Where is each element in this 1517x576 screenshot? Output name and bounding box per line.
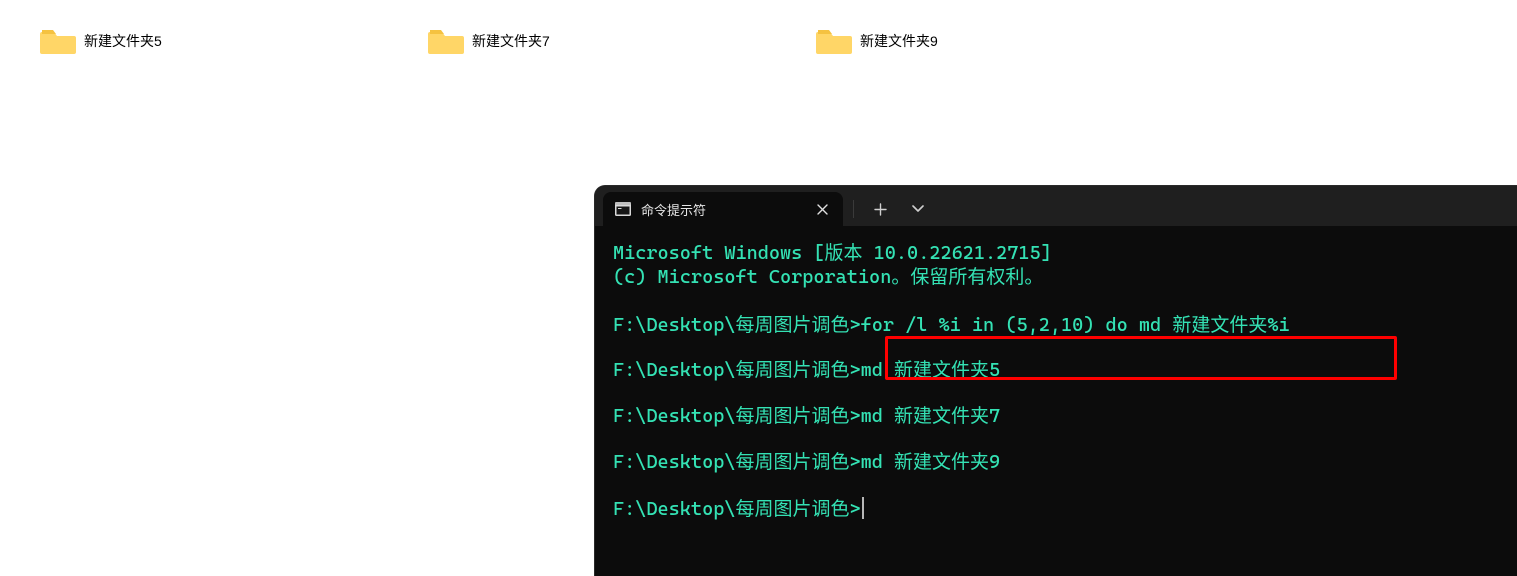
chevron-down-icon: [912, 205, 924, 213]
terminal-cursor: [862, 497, 864, 519]
cmd-icon: [615, 202, 631, 216]
folder-item[interactable]: 新建文件夹9: [816, 26, 938, 56]
folder-item[interactable]: 新建文件夹5: [40, 26, 162, 56]
plus-icon: [874, 203, 887, 216]
terminal-blank-line: [613, 290, 1499, 314]
terminal-line: F:\Desktop\每周图片调色>md 新建文件夹7: [613, 405, 1499, 429]
tab-close-button[interactable]: [813, 200, 831, 218]
terminal-prompt: F:\Desktop\每周图片调色>: [613, 498, 861, 520]
tab-divider: [853, 200, 854, 218]
close-icon: [817, 204, 828, 215]
terminal-line: Microsoft Windows [版本 10.0.22621.2715]: [613, 242, 1499, 266]
terminal-body[interactable]: Microsoft Windows [版本 10.0.22621.2715] (…: [595, 226, 1517, 521]
terminal-line: (c) Microsoft Corporation。保留所有权利。: [613, 266, 1499, 290]
terminal-title-bar: 命令提示符: [595, 186, 1517, 226]
folder-label: 新建文件夹9: [860, 31, 938, 51]
terminal-tab-title: 命令提示符: [641, 200, 706, 219]
terminal-line: F:\Desktop\每周图片调色>md 新建文件夹5: [613, 359, 1499, 383]
terminal-prompt-line: F:\Desktop\每周图片调色>: [613, 497, 1499, 522]
folder-label: 新建文件夹5: [84, 31, 162, 51]
terminal-window: 命令提示符 Microsoft Windows [版本 10.0.22621: [595, 186, 1517, 576]
new-tab-button[interactable]: [868, 197, 892, 221]
title-bar-actions: [843, 192, 930, 226]
folder-item[interactable]: 新建文件夹7: [428, 26, 550, 56]
folder-label: 新建文件夹7: [472, 31, 550, 51]
folder-icon: [816, 26, 852, 56]
explorer-folder-row: 新建文件夹5 新建文件夹7 新建文件夹9: [0, 26, 1517, 86]
folder-icon: [40, 26, 76, 56]
terminal-line: F:\Desktop\每周图片调色>md 新建文件夹9: [613, 451, 1499, 475]
tab-dropdown-button[interactable]: [906, 197, 930, 221]
terminal-line: F:\Desktop\每周图片调色>for /l %i in (5,2,10) …: [613, 314, 1499, 338]
terminal-tab[interactable]: 命令提示符: [603, 192, 843, 226]
folder-icon: [428, 26, 464, 56]
